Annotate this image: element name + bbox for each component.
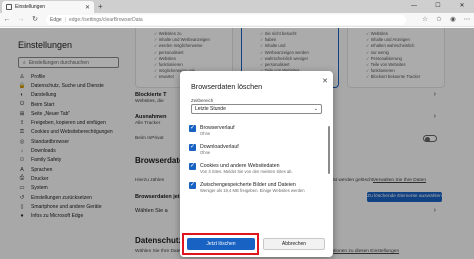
data-type-subtitle: Weniger als 19,4 MB freigeben. Einige We…	[200, 188, 305, 193]
maximize-button[interactable]: ☐	[426, 0, 450, 13]
window-controls: — ☐ ✕	[402, 0, 474, 13]
tab-title: Einstellungen	[15, 4, 46, 10]
title-bar: Einstellungen ✕ + — ☐ ✕	[0, 0, 474, 13]
minimize-button[interactable]: —	[402, 0, 426, 13]
data-type-list: ✓ Browserverlauf Ohne ✓ Downloadverlauf Ohne ✓…	[188, 122, 328, 225]
checkbox[interactable]: ✓	[189, 144, 196, 151]
clear-browsing-data-dialog: Browserdaten löschen ✕ Zeitbereich Letzt…	[180, 71, 333, 257]
new-tab-button[interactable]: +	[98, 2, 103, 11]
address-bar-row: ← → ↻ Edge | edge://settings/clearBrowse…	[0, 13, 474, 27]
more-icon[interactable]: ⋯	[460, 13, 474, 27]
profile-icon[interactable]: ◉	[446, 13, 460, 27]
data-type-subtitle: Ohne	[200, 150, 211, 155]
data-type-title: Browserverlauf	[200, 125, 235, 131]
chevron-down-icon: ⌄	[313, 106, 318, 112]
checkbox[interactable]: ✓	[189, 182, 196, 189]
url-text: edge://settings/clearBrowserData	[69, 16, 143, 23]
forward-button[interactable]: →	[14, 13, 28, 27]
time-range-value: Letzte Stunde	[195, 106, 226, 112]
data-type-title: Cookies und andere Websitedaten	[200, 163, 280, 169]
tab-settings[interactable]: Einstellungen ✕	[2, 1, 94, 13]
address-input[interactable]: Edge | edge://settings/clearBrowserData	[46, 14, 406, 25]
dialog-scrollbar[interactable]	[328, 126, 330, 174]
data-type-item[interactable]: ✓ Browserverlauf Ohne	[188, 122, 328, 141]
checkbox[interactable]: ✓	[189, 163, 196, 170]
data-type-item[interactable]: ✓ Cookies und andere Websitedaten Von 3 Si…	[188, 160, 328, 179]
settings-tab-icon	[6, 4, 12, 10]
data-type-title: Downloadverlauf	[200, 144, 239, 150]
refresh-button[interactable]: ↻	[28, 13, 42, 27]
cancel-button[interactable]: Abbrechen	[263, 238, 325, 250]
tab-close-icon[interactable]: ✕	[85, 4, 90, 11]
data-type-subtitle: Von 3 Sites. Meldet Sie von den meisten …	[200, 169, 293, 174]
clear-now-button[interactable]: Jetzt löschen	[187, 238, 255, 250]
favorite-icon[interactable]: ☆	[418, 13, 432, 27]
data-type-item[interactable]: ✓ Downloadverlauf Ohne	[188, 141, 328, 160]
close-icon[interactable]: ✕	[322, 77, 328, 85]
data-type-subtitle: Ohne	[200, 131, 211, 136]
back-button[interactable]: ←	[0, 13, 14, 27]
data-type-title: Zwischengespeicherte Bilder und Dateien	[200, 182, 296, 188]
time-range-label: Zeitbereich	[191, 98, 214, 103]
edge-label: Edge	[50, 16, 62, 23]
time-range-select[interactable]: Letzte Stunde ⌄	[191, 104, 322, 114]
data-type-item[interactable]: ✓ Zwischengespeicherte Bilder und Dateien…	[188, 179, 328, 198]
toolbar-icons: ☆ ✩ ◉ ⋯	[418, 13, 474, 27]
dialog-title: Browserdaten löschen	[191, 82, 263, 91]
favorites-icon[interactable]: ✩	[432, 13, 446, 27]
close-window-button[interactable]: ✕	[450, 0, 474, 13]
address-separator: |	[64, 16, 66, 23]
checkbox[interactable]: ✓	[189, 125, 196, 132]
dialog-buttons: Jetzt löschen Abbrechen	[180, 227, 333, 257]
